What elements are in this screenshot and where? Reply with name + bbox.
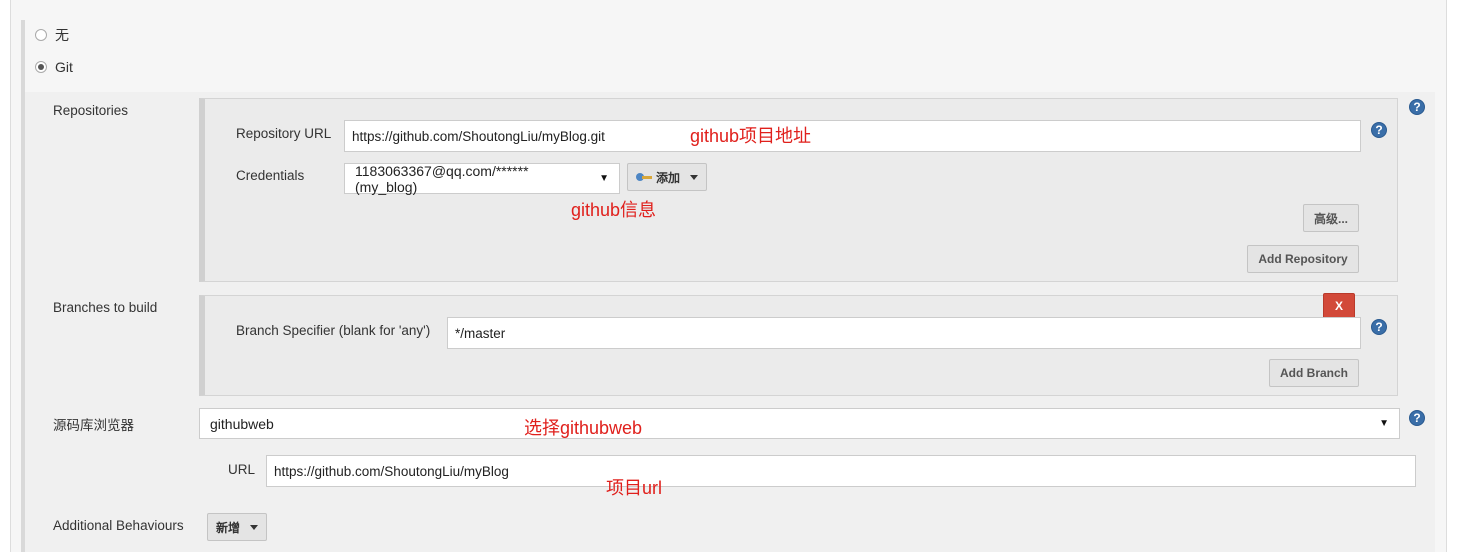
branch-specifier-input[interactable]: */master — [447, 317, 1361, 349]
radio-git[interactable] — [35, 61, 47, 73]
scm-option-none[interactable]: 无 — [35, 26, 69, 44]
credentials-selected-value: 1183063367@qq.com/****** (my_blog) — [355, 162, 529, 195]
advanced-button[interactable]: 高级... — [1303, 204, 1359, 232]
radio-none[interactable] — [35, 29, 47, 41]
scm-option-git[interactable]: Git — [35, 58, 73, 76]
dropdown-arrow-icon: ▼ — [599, 173, 609, 184]
radio-selected-dot — [38, 64, 44, 70]
scm-option-none-label: 无 — [55, 27, 69, 43]
add-behaviour-label: 新增 — [216, 520, 241, 535]
annotation-credentials: github信息 — [571, 200, 657, 220]
annotation-browser: 选择githubweb — [524, 418, 643, 438]
repository-url-input[interactable]: https://github.com/ShoutongLiu/myBlog.gi… — [344, 120, 1361, 152]
repository-browser-selected-value: githubweb — [210, 415, 274, 432]
credentials-select[interactable]: 1183063367@qq.com/****** (my_blog) ▼ — [344, 162, 620, 195]
delete-branch-button[interactable]: X — [1323, 293, 1355, 319]
repository-browser-select[interactable]: githubweb ▼ — [199, 408, 1400, 439]
add-credentials-button[interactable]: 添加 — [627, 163, 708, 191]
caret-down-icon — [690, 174, 699, 180]
key-icon — [636, 173, 652, 181]
repositories-label: Repositories — [53, 103, 129, 118]
add-repository-button[interactable]: Add Repository — [1247, 245, 1359, 273]
caret-down-icon — [250, 524, 259, 530]
additional-behaviours-label: Additional Behaviours — [53, 518, 184, 533]
add-behaviour-button[interactable]: 新增 — [207, 513, 268, 541]
browser-url-label: URL — [228, 462, 256, 477]
browser-url-input[interactable]: https://github.com/ShoutongLiu/myBlog — [266, 455, 1416, 487]
scm-option-git-label: Git — [55, 59, 73, 75]
annotation-repo-url: github项目地址 — [690, 126, 812, 146]
add-branch-button[interactable]: Add Branch — [1269, 359, 1359, 387]
repository-browser-help-icon[interactable]: ? — [1409, 410, 1425, 426]
add-credentials-label: 添加 — [656, 170, 681, 185]
dropdown-arrow-icon: ▼ — [1379, 418, 1389, 429]
repository-url-label: Repository URL — [236, 126, 332, 141]
credentials-label: Credentials — [236, 168, 305, 183]
branch-specifier-help-icon[interactable]: ? — [1371, 319, 1387, 335]
repository-url-help-icon[interactable]: ? — [1371, 122, 1387, 138]
annotation-url: 项目url — [606, 478, 663, 498]
branch-specifier-label: Branch Specifier (blank for 'any') — [236, 323, 431, 338]
repositories-help-icon[interactable]: ? — [1409, 99, 1425, 115]
repository-browser-label: 源码库浏览器 — [53, 418, 134, 433]
branches-label: Branches to build — [53, 300, 158, 315]
